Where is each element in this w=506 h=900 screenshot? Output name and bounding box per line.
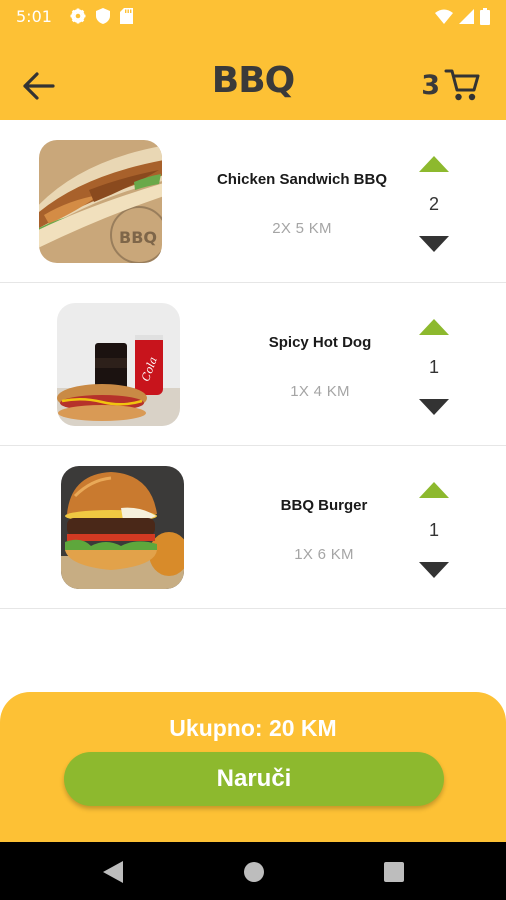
- cart-count: 3: [421, 69, 440, 101]
- triangle-up-icon: [419, 319, 449, 335]
- order-total: Ukupno: 20 KM: [169, 715, 337, 741]
- decrease-quantity-button[interactable]: [418, 560, 450, 580]
- item-name: Spicy Hot Dog: [268, 334, 372, 351]
- increase-quantity-button[interactable]: [418, 154, 450, 174]
- nav-home-button[interactable]: [242, 860, 266, 884]
- cart-list: BBQ Chicken Sandwich BBQ 2X 5 KM 2 Cola …: [0, 120, 506, 609]
- back-triangle-icon: [103, 861, 123, 883]
- sd-card-icon: [119, 8, 133, 24]
- item-quantity: 1: [428, 357, 439, 377]
- battery-icon: [480, 7, 490, 25]
- status-bar: 5:01: [0, 0, 506, 32]
- triangle-down-icon: [419, 399, 449, 415]
- burger-image: [61, 466, 184, 589]
- order-button[interactable]: Naruči: [64, 752, 444, 806]
- nav-back-button[interactable]: [101, 860, 125, 884]
- gear-icon: [70, 8, 86, 24]
- svg-text:BBQ: BBQ: [119, 228, 157, 247]
- increase-quantity-button[interactable]: [418, 317, 450, 337]
- signal-icon: [459, 8, 474, 24]
- nav-recents-button[interactable]: [382, 860, 406, 884]
- triangle-up-icon: [419, 482, 449, 498]
- item-name: Chicken Sandwich BBQ: [216, 171, 388, 188]
- item-price: 2X 5 KM: [272, 220, 332, 237]
- decrease-quantity-button[interactable]: [418, 234, 450, 254]
- item-name: BBQ Burger: [280, 497, 368, 514]
- triangle-down-icon: [419, 562, 449, 578]
- triangle-down-icon: [419, 236, 449, 252]
- item-quantity: 2: [428, 194, 439, 214]
- list-item: BBQ Chicken Sandwich BBQ 2X 5 KM 2: [0, 120, 506, 283]
- hot-dog-image: Cola: [57, 303, 180, 426]
- triangle-up-icon: [419, 156, 449, 172]
- list-item: BBQ Burger 1X 6 KM 1: [0, 446, 506, 609]
- order-summary-panel: Ukupno: 20 KM Naruči: [0, 692, 506, 842]
- app-bar: BBQ 3: [0, 32, 506, 120]
- system-nav-bar: [0, 842, 506, 900]
- wifi-icon: [435, 9, 453, 24]
- status-time: 5:01: [16, 6, 52, 26]
- decrease-quantity-button[interactable]: [418, 397, 450, 417]
- recents-square-icon: [384, 862, 404, 882]
- list-item: Cola Spicy Hot Dog 1X 4 KM 1: [0, 283, 506, 446]
- item-price: 1X 6 KM: [294, 546, 354, 563]
- cart-icon: [444, 69, 480, 101]
- status-icons-left: [70, 8, 133, 24]
- shield-icon: [95, 8, 110, 24]
- item-quantity: 1: [428, 520, 439, 540]
- chicken-sandwich-image: BBQ: [39, 140, 162, 263]
- status-icons-right: [435, 7, 490, 25]
- home-circle-icon: [244, 862, 264, 882]
- increase-quantity-button[interactable]: [418, 480, 450, 500]
- cart-button[interactable]: 3: [421, 68, 480, 102]
- item-price: 1X 4 KM: [290, 383, 350, 400]
